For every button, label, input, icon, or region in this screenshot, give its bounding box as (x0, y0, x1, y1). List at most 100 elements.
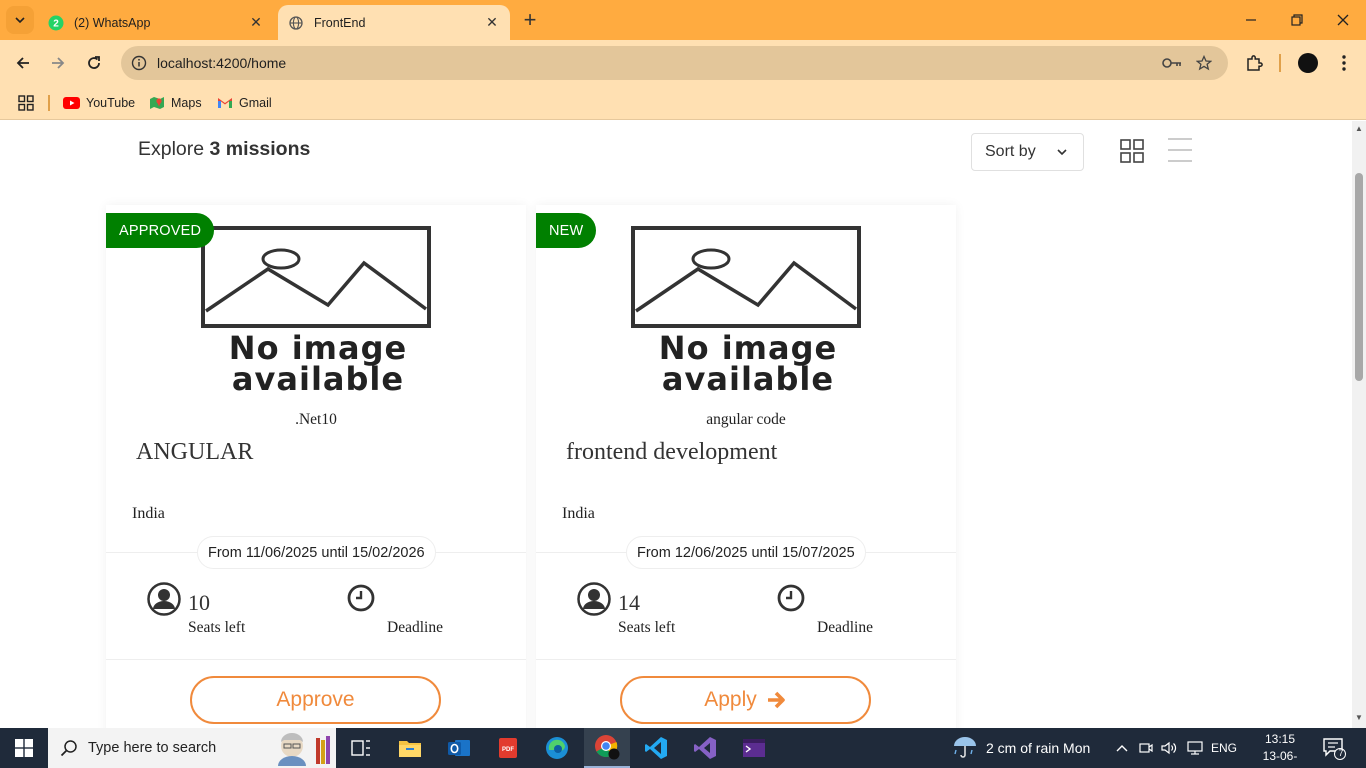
mission-card[interactable]: No image available NEW angular code fron… (536, 205, 956, 728)
no-image-text: available (231, 360, 405, 398)
edge-icon (546, 737, 568, 759)
visual-studio-button[interactable] (682, 728, 728, 768)
browser-tab-bar: 2 (2) WhatsApp ✕ FrontEnd ✕ + (0, 0, 1366, 40)
network-icon[interactable] (1185, 728, 1205, 768)
scroll-up-arrow[interactable]: ▲ (1355, 125, 1363, 133)
mission-theme: angular code (706, 411, 786, 428)
outlook-button[interactable] (436, 728, 482, 768)
url-text: localhost:4200/home (157, 55, 287, 71)
no-image-text: available (661, 360, 835, 398)
apply-button[interactable]: Apply (620, 676, 871, 724)
arrow-right-icon (767, 691, 787, 709)
edge-button[interactable] (534, 728, 580, 768)
extensions-button[interactable] (1241, 50, 1267, 76)
file-explorer-button[interactable] (387, 728, 433, 768)
language-indicator[interactable]: ENG (1208, 728, 1240, 768)
youtube-icon (63, 97, 80, 109)
new-tab-button[interactable]: + (518, 7, 542, 32)
mission-card[interactable]: No image available APPROVED .Net10 ANGUL… (106, 205, 526, 728)
bookmark-youtube[interactable]: YouTube (63, 92, 135, 114)
chrome-icon (595, 735, 620, 760)
seats-count: 14 (618, 590, 640, 615)
reload-button[interactable] (79, 48, 109, 78)
key-icon[interactable] (1161, 54, 1183, 72)
profile-avatar[interactable] (1295, 50, 1321, 76)
bookmarks-bar: YouTube Maps Gmail (0, 86, 1366, 120)
mission-title[interactable]: ANGULAR (136, 439, 253, 466)
mission-title[interactable]: frontend development (566, 439, 777, 466)
no-image-placeholder: No image available (188, 225, 448, 405)
bookmark-maps[interactable]: Maps (149, 92, 202, 114)
task-view-icon (351, 740, 370, 756)
terminal-button[interactable] (731, 728, 777, 768)
seats-count: 10 (188, 590, 210, 615)
date-range: From 11/06/2025 until 15/02/2026 (197, 536, 436, 569)
tab-whatsapp[interactable]: 2 (2) WhatsApp ✕ (38, 5, 274, 40)
clock-icon (347, 584, 375, 617)
start-button[interactable] (0, 728, 48, 768)
close-window-button[interactable] (1320, 0, 1366, 40)
puzzle-icon (1247, 55, 1263, 71)
browser-menu-button[interactable] (1331, 50, 1357, 76)
approve-button[interactable]: Approve (190, 676, 441, 724)
tray-overflow-button[interactable] (1112, 728, 1132, 768)
forward-button[interactable] (43, 48, 73, 78)
divider (106, 659, 526, 660)
pdf-app-button[interactable]: PDF (485, 728, 531, 768)
svg-text:2: 2 (53, 18, 59, 29)
scroll-down-arrow[interactable]: ▼ (1355, 714, 1363, 722)
mission-theme: .Net10 (295, 411, 337, 428)
address-bar[interactable]: localhost:4200/home (121, 46, 1228, 80)
user-icon (577, 582, 611, 621)
restore-button[interactable] (1274, 0, 1320, 40)
tab-search-button[interactable] (6, 6, 34, 34)
sort-label: Sort by (985, 143, 1036, 160)
bookmark-gmail[interactable]: Gmail (217, 92, 272, 114)
search-highlight-image (272, 730, 332, 766)
close-icon[interactable]: ✕ (484, 14, 500, 31)
browser-toolbar: localhost:4200/home (0, 40, 1366, 86)
weather-widget[interactable]: 2 cm of rain Mon (952, 728, 1090, 768)
deadline-label: Deadline (817, 619, 873, 636)
volume-icon[interactable] (1159, 728, 1179, 768)
grid-view-button[interactable] (1120, 139, 1144, 168)
whatsapp-icon: 2 (48, 15, 64, 31)
windows-icon (15, 739, 33, 757)
user-icon (147, 582, 181, 621)
weather-text: 2 cm of rain Mon (986, 740, 1091, 756)
task-view-button[interactable] (338, 728, 384, 768)
chrome-button[interactable] (584, 728, 630, 768)
explore-prefix: Explore (138, 138, 205, 160)
apps-button[interactable] (18, 92, 34, 114)
bookmark-label: YouTube (86, 96, 136, 110)
meet-now-icon[interactable] (1136, 728, 1156, 768)
notification-center-button[interactable]: 7 (1322, 736, 1346, 760)
tab-title: FrontEnd (314, 15, 366, 30)
close-icon[interactable]: ✕ (248, 14, 264, 31)
page-scrollbar[interactable]: ▲ ▼ (1352, 121, 1366, 728)
maps-icon (149, 95, 165, 111)
arrow-right-icon (52, 57, 65, 69)
info-icon[interactable] (131, 55, 147, 74)
tab-frontend[interactable]: FrontEnd ✕ (278, 5, 510, 40)
date-range: From 12/06/2025 until 15/07/2025 (626, 536, 866, 569)
grid-view-icon (1120, 139, 1144, 163)
button-label: Approve (276, 688, 355, 711)
bookmarks-divider (48, 95, 50, 111)
vscode-button[interactable] (633, 728, 679, 768)
arrow-left-icon (16, 57, 29, 69)
minimize-button[interactable] (1228, 0, 1274, 40)
svg-text:PDF: PDF (502, 747, 514, 753)
taskbar-clock[interactable]: 13:15 13-06-2025 (1250, 731, 1310, 768)
page-title: Explore 3 missions (138, 138, 310, 161)
reload-icon (88, 56, 100, 69)
taskbar-search[interactable]: Type here to search (48, 728, 336, 768)
sort-dropdown[interactable]: Sort by (971, 133, 1084, 171)
list-view-button[interactable] (1168, 137, 1192, 168)
star-icon[interactable] (1193, 54, 1215, 72)
button-label: Apply (704, 688, 757, 711)
scroll-thumb[interactable] (1355, 173, 1363, 381)
bookmark-label: Maps (171, 96, 202, 110)
back-button[interactable] (8, 48, 38, 78)
deadline-label: Deadline (387, 619, 443, 636)
